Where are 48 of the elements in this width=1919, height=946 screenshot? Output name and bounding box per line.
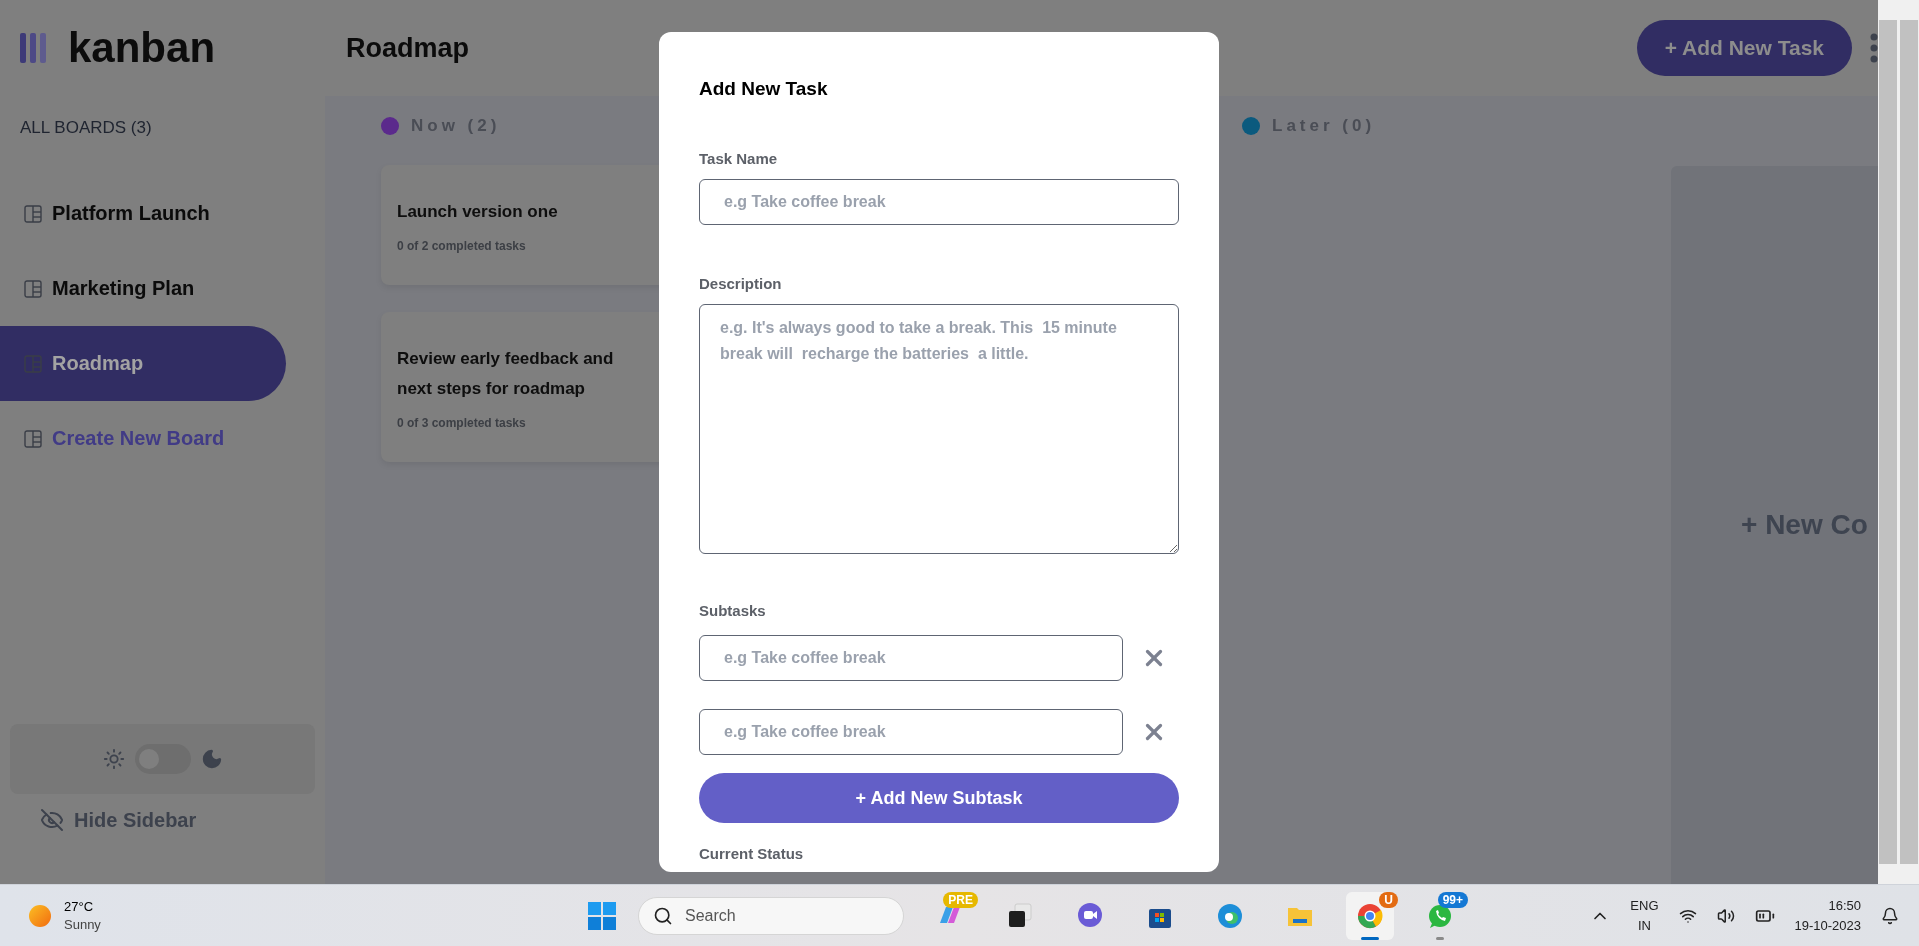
language[interactable]: ENG (1630, 895, 1659, 916)
badge: 99+ (1437, 891, 1468, 908)
field-label: Description (699, 275, 783, 292)
badge: U (1379, 891, 1398, 908)
eye-off-icon (40, 808, 64, 832)
board-item[interactable]: Marketing Plan (0, 251, 286, 326)
region[interactable]: IN (1637, 915, 1651, 936)
add-task-button[interactable]: + Add New Task (1636, 20, 1852, 76)
board-icon (24, 429, 42, 448)
card-subtitle: 0 of 3 completed tasks (397, 416, 527, 430)
more-icon[interactable] (1870, 33, 1878, 63)
board-icon (24, 279, 42, 298)
card-title: Launch version one (397, 201, 559, 223)
field-label: Current Status (699, 845, 805, 862)
add-subtask-button[interactable]: + Add New Subtask (699, 773, 1179, 823)
clock-date[interactable]: 19-10-2023 (1794, 915, 1861, 936)
weather-condition: Sunny (64, 915, 101, 934)
bell-icon[interactable] (1881, 906, 1899, 925)
scrollbar[interactable] (1879, 20, 1897, 864)
hide-sidebar-button[interactable]: Hide Sidebar (0, 794, 325, 884)
volume-icon[interactable] (1716, 906, 1735, 925)
taskbar-search[interactable]: Search (638, 896, 904, 935)
boards-heading: ALL BOARDS (3) (19, 117, 153, 139)
dialog-title: Add New Task (699, 78, 829, 100)
field-label: Subtasks (699, 602, 767, 619)
subtask-field[interactable]: e.g Take coffee break (699, 635, 1123, 681)
sun-icon (102, 748, 125, 770)
search-icon (653, 905, 673, 926)
sun-icon (28, 903, 52, 928)
card-subtitle: 0 of 2 completed tasks (397, 239, 527, 253)
scrollbar[interactable] (1900, 20, 1918, 864)
board-icon (24, 204, 42, 223)
field-label: Task Name (699, 150, 779, 167)
board-item[interactable]: Roadmap (0, 326, 286, 401)
description-field[interactable]: e.g. It's always good to take a break. This 15 minute break will recharge the batteries a little. (699, 304, 1179, 554)
board-item[interactable]: Platform Launch (0, 176, 286, 251)
logo-text: kanban (68, 24, 216, 72)
card-title: Review early feedback and next steps for roadmap (397, 348, 615, 400)
task-name-field[interactable]: e.g Take coffee break (699, 179, 1179, 225)
badge: PRE (943, 891, 978, 908)
start-icon[interactable] (588, 901, 616, 930)
clock-time[interactable]: 16:50 (1828, 895, 1861, 916)
board-icon (24, 354, 42, 373)
subtask-field[interactable]: e.g Take coffee break (699, 709, 1123, 755)
temperature: 27°C (64, 897, 95, 916)
logo-icon (20, 33, 46, 63)
board-title: Roadmap (346, 32, 471, 64)
moon-icon (200, 748, 223, 770)
